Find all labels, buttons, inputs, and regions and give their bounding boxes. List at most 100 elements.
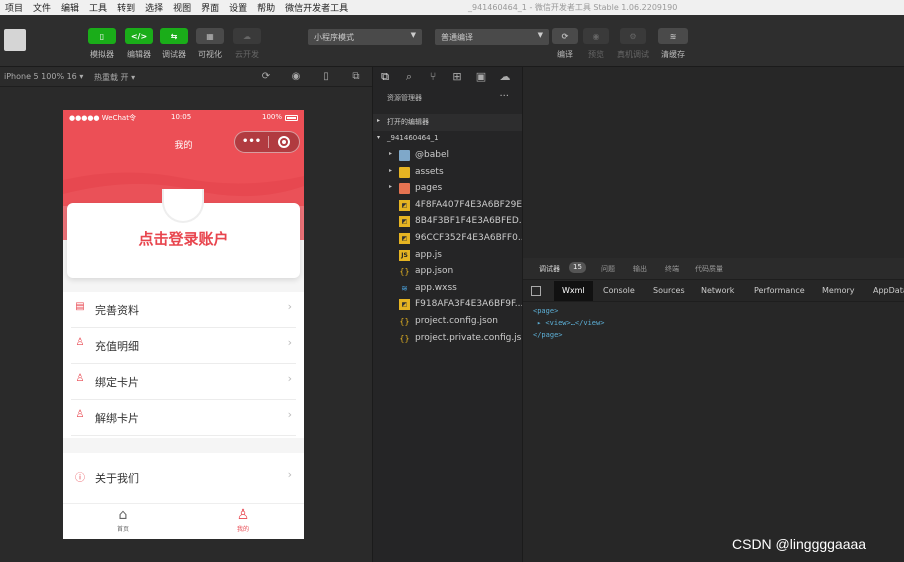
extensions-icon[interactable]: ⊞ [450,70,464,84]
tab-network[interactable]: Network [701,286,734,295]
tree-item-label: F918AFA3F4E3A6BF9F... [415,299,523,309]
debugger-button[interactable]: ⇆ [160,28,188,44]
more-icon[interactable]: ••• [242,136,261,147]
cloud-button[interactable]: ☁ [233,28,261,44]
wxml-line[interactable]: ▸ <view>…</view> [537,319,604,327]
clear-cache-button[interactable]: ≋ [658,28,688,44]
tree-item[interactable]: {} app.json [373,264,523,280]
refresh-icon[interactable]: ⟳ [260,71,272,83]
menu-settings[interactable]: 设置 [224,1,252,14]
tree-item[interactable]: {} project.config.json [373,314,523,330]
tree-item-label: assets [415,167,444,177]
project-section[interactable]: ▾ _941460464_1 [373,131,523,148]
mode-select[interactable]: 小程序模式 ▼ [308,29,422,45]
menu-help[interactable]: 帮助 [252,1,280,14]
tree-item[interactable]: ◩ 96CCF352F4E3A6BFF0... [373,231,523,247]
issue-count-badge: 15 [569,262,586,273]
compile-button[interactable]: ⟳ [552,28,578,44]
compile-select[interactable]: 普通编译 ▼ [435,29,549,45]
json-file-icon: {} [399,334,410,343]
visual-button[interactable]: ▦ [196,28,224,44]
menu-file[interactable]: 文件 [28,1,56,14]
menu-select[interactable]: 选择 [140,1,168,14]
open-editors-section[interactable]: ▸ 打开的编辑器 [373,114,523,131]
search-icon[interactable]: ⌕ [402,70,416,84]
menu-devtools[interactable]: 微信开发者工具 [280,1,353,14]
json-file-icon: {} [399,317,410,326]
simulator-button[interactable]: ▯ [88,28,116,44]
file-explorer: ⧉ ⌕ ⑂ ⊞ ▣ ☁ 资源管理器 ··· ▸ 打开的编辑器 ▾ _941460… [372,67,523,562]
tree-item[interactable]: {} project.private.config.js... [373,331,523,347]
record-icon[interactable]: ◉ [290,71,302,83]
wxml-line[interactable]: </page> [533,331,563,339]
tab-output[interactable]: 输出 [633,264,647,274]
menu-item-profile[interactable]: ▤ 完善资料 › [71,292,296,328]
user-avatar[interactable] [4,29,26,51]
phone-icon[interactable]: ▯ [320,71,332,83]
tab-debugger[interactable]: 调试器 [539,264,560,274]
close-icon[interactable] [278,136,290,148]
chevron-down-icon: ▼ [410,31,416,39]
status-bar: ●●●●● WeChat令 10:05 100% [63,113,304,125]
window-title: _941460464_1 - 微信开发者工具 Stable 1.06.22091… [468,3,678,12]
menu-edit[interactable]: 编辑 [56,1,84,14]
editor-devtools-panel: 调试器 15 问题 输出 终端 代码质量 Wxml Console Source… [522,67,904,562]
menu-item-about[interactable]: ⓘ 关于我们 › [71,460,296,496]
tab-memory[interactable]: Memory [822,286,855,295]
wxml-line[interactable]: <page> [533,307,558,315]
menu-tools[interactable]: 工具 [84,1,112,14]
chevron-right-icon: › [287,372,292,385]
clear-cache-label: 清缓存 [661,50,685,59]
tree-item[interactable]: ≋ app.wxss [373,281,523,297]
capsule-button[interactable]: ••• [234,131,300,153]
files-icon[interactable]: ⧉ [378,70,392,84]
activity-bar: ⧉ ⌕ ⑂ ⊞ ▣ ☁ [373,67,523,87]
capsule-divider [268,136,269,148]
tab-console[interactable]: Console [603,286,635,295]
device-select[interactable]: iPhone 5 100% 16 ▾ [4,72,83,81]
tree-item[interactable]: ▸ @babel [373,148,523,164]
menu-item-recharge[interactable]: ♙ 充值明细 › [71,328,296,364]
js-file-icon: JS [399,250,410,261]
tab-wxml[interactable]: Wxml [554,281,593,301]
more-icon[interactable]: ··· [499,91,509,102]
tab-code-quality[interactable]: 代码质量 [695,264,723,274]
tab-appdata[interactable]: AppData [873,286,904,295]
tab-home[interactable]: ⌂ 首页 [93,506,153,533]
user-icon: ♙ [236,507,250,523]
menu-goto[interactable]: 转到 [112,1,140,14]
tree-item[interactable]: ◩ 8B4F3BF1F4E3A6BFED... [373,214,523,230]
remote-debug-button[interactable]: ⚙ [620,28,646,44]
tab-sources[interactable]: Sources [653,286,685,295]
cloud-icon[interactable]: ☁ [498,70,512,84]
explorer-header: 资源管理器 ··· [373,91,523,109]
explorer-title: 资源管理器 [387,94,422,102]
tab-issues[interactable]: 问题 [601,264,615,274]
tab-bar: ⌂ 首页 ♙ 我的 [63,503,304,539]
menu-item-unbind-card[interactable]: ♙ 解绑卡片 › [71,400,296,436]
menu-view[interactable]: 视图 [168,1,196,14]
menu-interface[interactable]: 界面 [196,1,224,14]
tree-item[interactable]: JS app.js [373,248,523,264]
debug-icon[interactable]: ▣ [474,70,488,84]
inspect-element-icon[interactable] [531,286,541,296]
menu-item-bind-card[interactable]: ♙ 绑定卡片 › [71,364,296,400]
tree-item[interactable]: ▸ assets [373,165,523,181]
tree-item[interactable]: ◩ 4F8FA407F4E3A6BF29E... [373,198,523,214]
menu-item-label: 完善资料 [95,304,139,317]
tab-mine[interactable]: ♙ 我的 [213,506,273,533]
calendar-icon: ▤ [75,301,85,312]
preview-button[interactable]: ◉ [583,28,609,44]
about-section: ⓘ 关于我们 › [63,453,304,503]
source-control-icon[interactable]: ⑂ [426,70,440,84]
detach-window-icon[interactable]: ⧉ [350,71,362,83]
tab-performance[interactable]: Performance [754,286,805,295]
battery-text: 100% [261,113,282,121]
tab-terminal[interactable]: 终端 [665,264,679,274]
editor-button[interactable]: </> [125,28,153,44]
menu-project[interactable]: 项目 [0,1,28,14]
tree-item[interactable]: ◩ F918AFA3F4E3A6BF9F... [373,297,523,313]
tree-item[interactable]: ▸ pages [373,181,523,197]
login-button-text[interactable]: 点击登录账户 [63,228,304,249]
hotreload-select[interactable]: 热重载 开 ▾ [94,72,135,83]
